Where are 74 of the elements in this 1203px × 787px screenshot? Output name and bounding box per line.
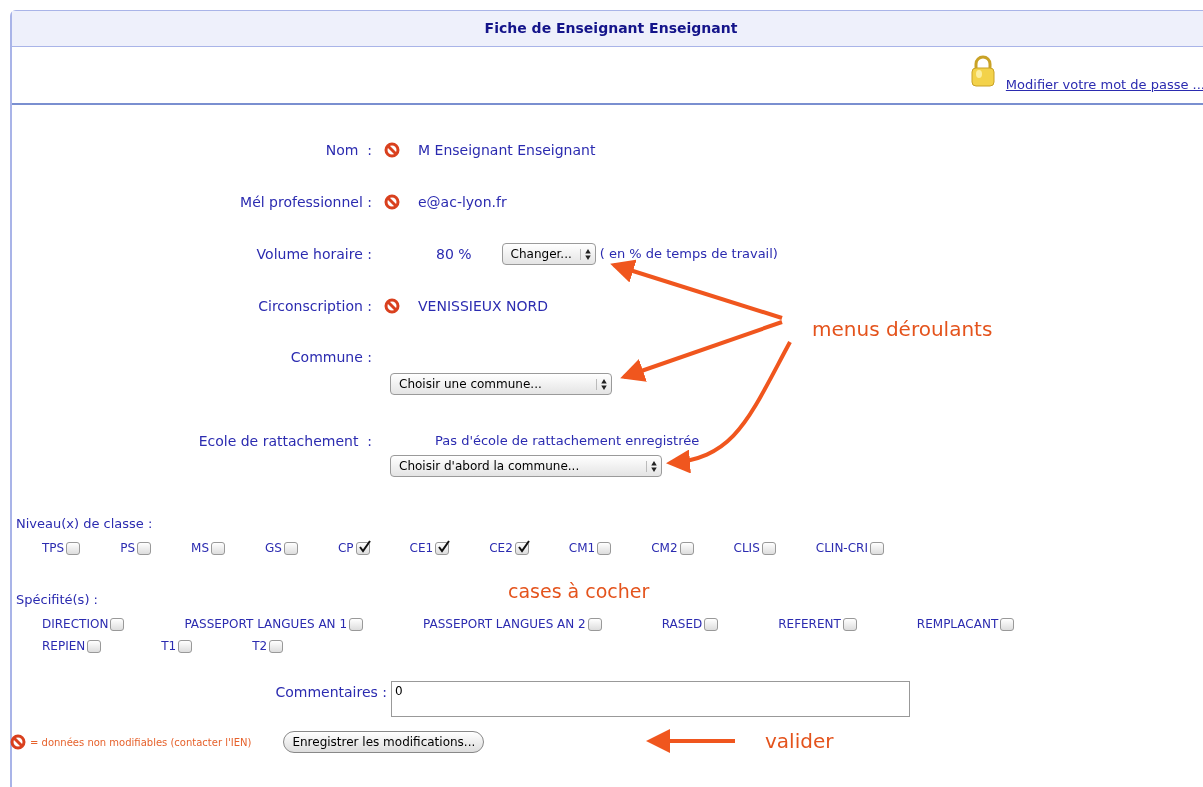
- checkbox-label: REMPLACANT: [916, 616, 999, 633]
- field-value: e@ac-lyon.fr: [418, 192, 507, 212]
- dropdown-select[interactable]: Choisir d'abord la commune...: [390, 455, 662, 477]
- checkbox-label: TPS: [42, 540, 65, 557]
- checkbox[interactable]: [87, 639, 102, 653]
- checkbox-label: CLIN-CRI: [815, 540, 868, 557]
- checkbox[interactable]: [842, 617, 857, 631]
- checkbox[interactable]: [704, 617, 719, 631]
- checkbox[interactable]: [66, 541, 81, 555]
- section-label: Niveau(x) de classe :: [16, 516, 153, 531]
- checkbox[interactable]: [269, 639, 284, 653]
- no-entry-icon: [384, 298, 400, 314]
- checkbox-label: MS: [191, 540, 210, 557]
- checkbox-label: PASSEPORT LANGUES AN 1: [184, 616, 348, 633]
- checkbox-label: PASSEPORT LANGUES AN 2: [423, 616, 586, 633]
- stepper-icon: [651, 460, 657, 472]
- checkbox-label: CM2: [651, 540, 678, 557]
- checkbox[interactable]: [869, 541, 884, 555]
- checkbox-label: CE2: [489, 540, 513, 557]
- field-label: Volume horaire :: [256, 244, 372, 264]
- change-password-link[interactable]: Modifier votre mot de passe ...: [1005, 75, 1203, 95]
- section-label: Spécifité(s) :: [16, 592, 98, 607]
- field-label: Commentaires :: [275, 683, 387, 702]
- checkbox[interactable]: [355, 541, 370, 555]
- checkbox-label: REFERENT: [778, 616, 841, 633]
- checkbox[interactable]: [435, 541, 450, 555]
- dropdown-select[interactable]: Changer...: [501, 243, 596, 265]
- legend-text: = données non modifiables (contacter l'IEN): [30, 735, 252, 750]
- checkbox[interactable]: [1000, 617, 1015, 631]
- padlock-icon: [969, 55, 996, 87]
- checkbox-label: CM1: [568, 540, 596, 557]
- checkbox-label: PS: [120, 540, 136, 557]
- checkbox[interactable]: [349, 617, 364, 631]
- stepper-icon: [601, 378, 607, 390]
- field-label: Commune :: [290, 347, 372, 367]
- field-label: Mél professionnel :: [240, 192, 372, 212]
- checkbox[interactable]: [137, 541, 152, 555]
- checkbox-label: T2: [252, 638, 268, 655]
- annotation-text: cases à cocher: [508, 579, 650, 604]
- save-button[interactable]: Enregistrer les modifications...: [283, 731, 485, 753]
- checkbox-label: DIRECTION: [42, 616, 109, 633]
- comments-field[interactable]: 0: [391, 681, 910, 717]
- field-value: M Enseignant Enseignant: [418, 140, 596, 160]
- checkbox[interactable]: [597, 541, 612, 555]
- field-label: Ecole de rattachement :: [198, 431, 372, 451]
- checkbox-label: CP: [337, 540, 354, 557]
- field-value: 80 %: [436, 244, 472, 264]
- checkbox[interactable]: [514, 541, 529, 555]
- checkbox[interactable]: [587, 617, 602, 631]
- checkbox[interactable]: [211, 541, 226, 555]
- dropdown-select[interactable]: Choisir une commune...: [390, 373, 612, 395]
- annotation-text: menus déroulants: [812, 316, 993, 343]
- checkbox-label: CE1: [409, 540, 434, 557]
- field-value: Pas d'école de rattachement enregistrée: [435, 432, 700, 451]
- checkbox[interactable]: [679, 541, 694, 555]
- no-entry-icon: [10, 734, 26, 750]
- checkbox-label: T1: [161, 638, 177, 655]
- checkbox[interactable]: [283, 541, 298, 555]
- checkbox[interactable]: [761, 541, 776, 555]
- field-value: VENISSIEUX NORD: [418, 296, 549, 316]
- field-label: Circonscription :: [258, 296, 372, 316]
- page-title: Fiche de Enseignant Enseignant: [484, 19, 739, 38]
- annotation-text: valider: [765, 728, 834, 755]
- field-label: Nom :: [325, 140, 372, 160]
- checkbox-label: GS: [265, 540, 282, 557]
- checkbox-label: REPIEN: [42, 638, 86, 655]
- checkbox[interactable]: [178, 639, 193, 653]
- checkbox-label: RASED: [661, 616, 703, 633]
- no-entry-icon: [384, 142, 400, 158]
- field-note: ( en % de temps de travail): [599, 245, 778, 264]
- no-entry-icon: [384, 194, 400, 210]
- stepper-icon: [584, 248, 591, 260]
- checkbox-label: CLIS: [733, 540, 760, 557]
- checkbox[interactable]: [110, 617, 125, 631]
